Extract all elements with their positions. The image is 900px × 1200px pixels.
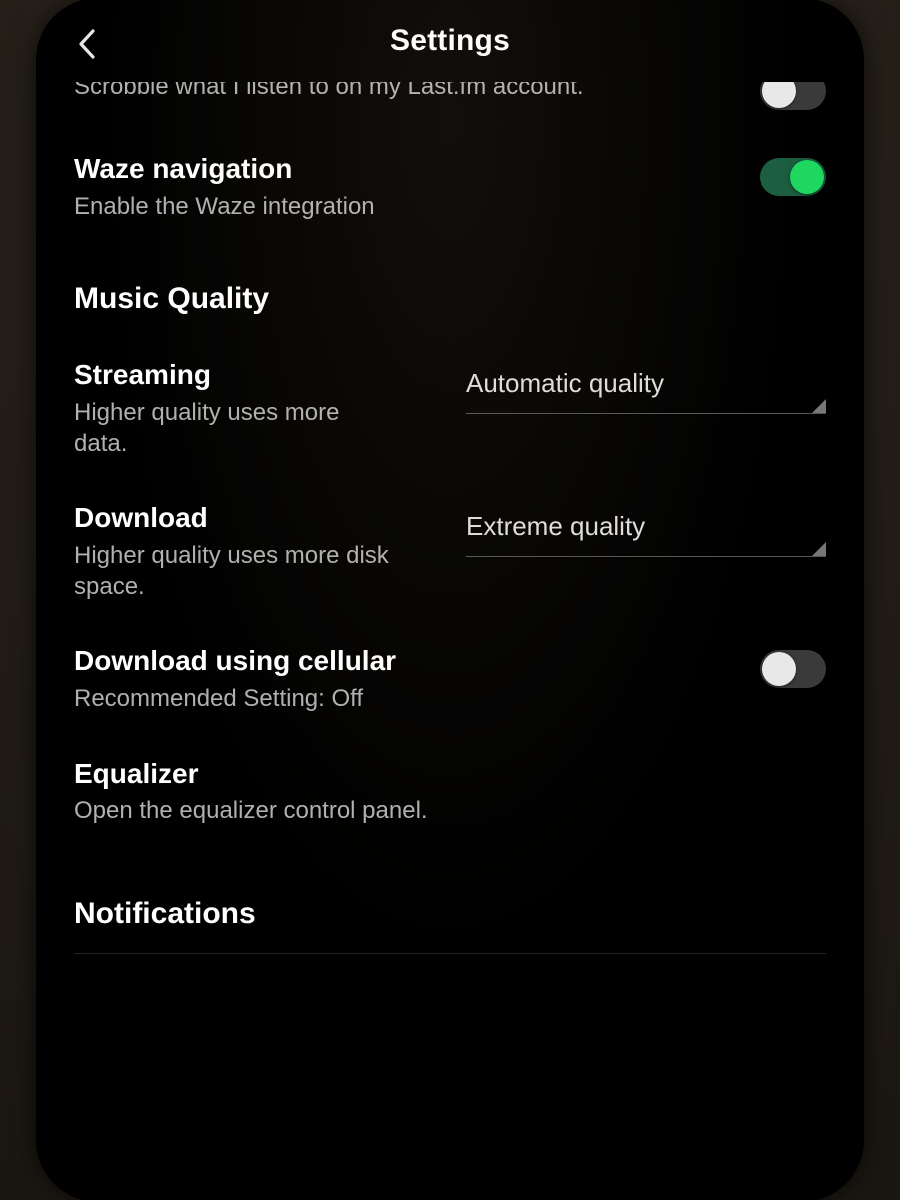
- settings-list[interactable]: Scrobble what I listen to on my Last.fm …: [38, 82, 862, 1200]
- toggle-knob: [762, 652, 796, 686]
- select-streaming-quality[interactable]: Automatic quality: [466, 358, 826, 414]
- setting-download-row[interactable]: Download Higher quality uses more disk s…: [74, 501, 826, 602]
- setting-waze-title: Waze navigation: [74, 152, 736, 186]
- setting-equalizer-row[interactable]: Equalizer Open the equalizer control pan…: [74, 757, 826, 827]
- toggle-waze[interactable]: [760, 158, 826, 196]
- setting-waze-row[interactable]: Waze navigation Enable the Waze integrat…: [74, 152, 826, 222]
- setting-waze-desc: Enable the Waze integration: [74, 192, 736, 223]
- setting-equalizer-desc: Open the equalizer control panel.: [74, 796, 826, 827]
- setting-cellular-row[interactable]: Download using cellular Recommended Sett…: [74, 644, 826, 714]
- setting-download-title: Download: [74, 501, 414, 535]
- toggle-knob: [790, 160, 824, 194]
- dropdown-triangle-icon: [812, 399, 826, 413]
- setting-scrobble-row[interactable]: Scrobble what I listen to on my Last.fm …: [74, 82, 826, 110]
- back-button[interactable]: [66, 24, 106, 64]
- section-header-notifications: Notifications: [74, 897, 826, 931]
- chevron-left-icon: [75, 27, 97, 61]
- setting-equalizer-title: Equalizer: [74, 757, 826, 791]
- setting-streaming-title: Streaming: [74, 358, 394, 392]
- page-title: Settings: [390, 24, 510, 58]
- setting-streaming-row[interactable]: Streaming Higher quality uses more data.…: [74, 358, 826, 459]
- divider: [74, 953, 826, 954]
- toggle-knob: [762, 82, 796, 108]
- phone-frame: Settings Scrobble what I listen to on my…: [38, 0, 862, 1200]
- app-screen: Settings Scrobble what I listen to on my…: [38, 0, 862, 1200]
- header: Settings: [38, 0, 862, 82]
- photo-background: Settings Scrobble what I listen to on my…: [0, 0, 900, 1200]
- select-download-quality[interactable]: Extreme quality: [466, 501, 826, 557]
- select-streaming-value: Automatic quality: [466, 368, 826, 399]
- section-header-music-quality: Music Quality: [74, 282, 826, 316]
- setting-scrobble-desc: Scrobble what I listen to on my Last.fm …: [74, 82, 594, 103]
- toggle-scrobble[interactable]: [760, 82, 826, 110]
- setting-streaming-desc: Higher quality uses more data.: [74, 398, 394, 459]
- setting-cellular-title: Download using cellular: [74, 644, 736, 678]
- setting-download-desc: Higher quality uses more disk space.: [74, 541, 414, 602]
- toggle-cellular[interactable]: [760, 650, 826, 688]
- select-download-value: Extreme quality: [466, 511, 826, 542]
- setting-cellular-desc: Recommended Setting: Off: [74, 684, 736, 715]
- dropdown-triangle-icon: [812, 542, 826, 556]
